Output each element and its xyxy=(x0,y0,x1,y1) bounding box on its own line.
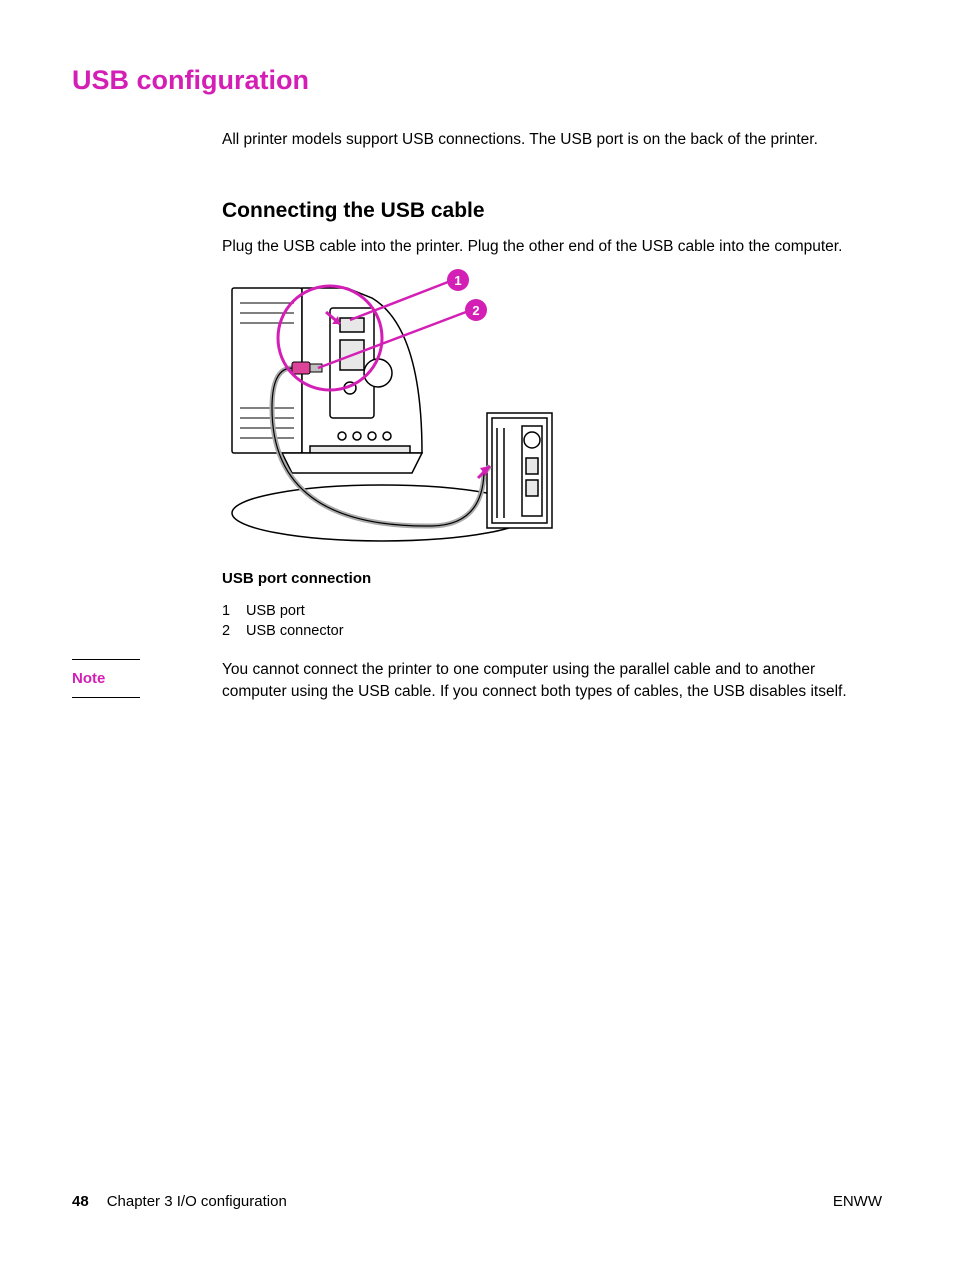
figure-caption: USB port connection xyxy=(222,570,882,587)
legend-row: 2 USB connector xyxy=(222,621,882,641)
footer-page-number: 48 xyxy=(72,1193,89,1210)
note-label: Note xyxy=(72,670,140,687)
page-title: USB configuration xyxy=(72,65,882,96)
legend-row: 1 USB port xyxy=(222,601,882,621)
section-heading: Connecting the USB cable xyxy=(222,199,882,223)
note-rule-bottom xyxy=(72,697,140,698)
footer-left: 48 Chapter 3 I/O configuration xyxy=(72,1193,287,1210)
page-footer: 48 Chapter 3 I/O configuration ENWW xyxy=(72,1193,882,1210)
legend-number: 2 xyxy=(222,621,246,641)
legend-number: 1 xyxy=(222,601,246,621)
document-page: USB configuration All printer models sup… xyxy=(0,0,954,1270)
figure-legend: 1 USB port 2 USB connector xyxy=(222,601,882,642)
usb-connection-figure: 1 2 xyxy=(222,268,562,548)
note-rule-top xyxy=(72,659,140,660)
intro-paragraph: All printer models support USB connectio… xyxy=(222,130,882,151)
footer-right: ENWW xyxy=(833,1193,882,1210)
section-text: Plug the USB cable into the printer. Plu… xyxy=(222,237,882,258)
note-block: Note You cannot connect the printer to o… xyxy=(222,659,882,705)
legend-label: USB connector xyxy=(246,621,344,641)
callout-2-number: 2 xyxy=(472,303,479,318)
legend-label: USB port xyxy=(246,601,305,621)
callout-1-number: 1 xyxy=(454,273,461,288)
content-column: All printer models support USB connectio… xyxy=(222,130,882,705)
note-text: You cannot connect the printer to one co… xyxy=(222,659,882,702)
note-label-column: Note xyxy=(72,659,140,698)
footer-chapter: Chapter 3 I/O configuration xyxy=(107,1193,287,1210)
